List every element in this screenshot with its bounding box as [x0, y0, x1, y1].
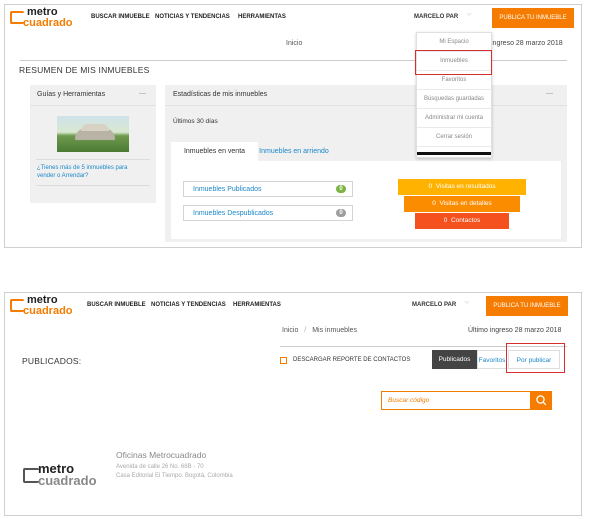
- divider: [30, 105, 156, 106]
- logo-mark-icon: [23, 468, 39, 483]
- user-menu-trigger[interactable]: MARCELO PAR: [414, 14, 458, 20]
- logo-text-cuadrado: cuadrado: [38, 473, 97, 488]
- office-address: Avenida de calle 26 No. 68B - 70: [116, 464, 204, 470]
- metrocuadrado-logo[interactable]: metro cuadrado: [10, 7, 80, 30]
- page-title: RESUMEN DE MIS INMUEBLES: [19, 65, 150, 75]
- breadcrumb: Inicio / Mis inmuebles: [282, 327, 357, 334]
- funnel-value: 0: [443, 217, 448, 224]
- office-title: Oficinas Metrocuadrado: [116, 450, 207, 460]
- tab-inmuebles-arriendo[interactable]: Inmuebles en arriendo: [258, 148, 330, 155]
- published-count-badge: 0: [336, 185, 346, 193]
- funnel-value: 0: [432, 200, 436, 207]
- logo-mark-icon: [10, 299, 24, 312]
- funnel-label: Contactos: [450, 217, 481, 224]
- search-placeholder: Buscar código: [388, 397, 430, 404]
- tab-content: Inmuebles Publicados 0 Inmuebles Despubl…: [171, 161, 561, 239]
- breadcrumb-home[interactable]: Inicio: [286, 40, 302, 47]
- funnel-label: Visitas en detalles: [439, 200, 492, 207]
- last-login-text: Último ingreso 28 marzo 2018: [468, 327, 562, 334]
- unpublished-count-badge: 0: [336, 209, 346, 217]
- published-label: Inmuebles Publicados: [193, 186, 262, 193]
- search-icon: [536, 395, 547, 406]
- breadcrumb-home[interactable]: Inicio: [282, 327, 298, 334]
- chevron-down-icon: [466, 13, 472, 17]
- nav-herramientas[interactable]: HERRAMIENTAS: [233, 302, 281, 308]
- page-title: PUBLICADOS:: [22, 356, 82, 366]
- menu-item-cerrar-sesion[interactable]: Cerrar sesión: [417, 128, 491, 147]
- nav-noticias-tendencias[interactable]: NOTICIAS Y TENDENCIAS: [155, 14, 230, 20]
- top-navbar: metro cuadrado BUSCAR INMUEBLE NOTICIAS …: [5, 293, 581, 320]
- divider: [36, 185, 150, 186]
- funnel-visits-details: 0 Visitas en detalles: [404, 196, 520, 212]
- funnel-visits-results: 0 Visitas en resultados: [398, 179, 526, 195]
- collapse-icon[interactable]: —: [546, 90, 553, 97]
- funnel-label: Visitas en resultados: [435, 183, 496, 190]
- filter-publicados[interactable]: Publicados: [432, 350, 477, 369]
- period-label: Últimos 30 días: [173, 118, 218, 125]
- download-icon: [280, 357, 287, 364]
- funnel-value: 0: [428, 183, 433, 190]
- unpublished-row[interactable]: Inmuebles Despublicados 0: [183, 205, 353, 221]
- building-roof-shape: [81, 124, 109, 131]
- footer-metrocuadrado-logo[interactable]: metro cuadrado: [23, 461, 107, 489]
- metrocuadrado-logo[interactable]: metro cuadrado: [10, 295, 80, 318]
- search-code-input[interactable]: Buscar código: [381, 391, 531, 410]
- menu-item-busquedas-guardadas[interactable]: Búsquedas guardadas: [417, 90, 491, 109]
- nav-buscar-inmueble[interactable]: BUSCAR INMUEBLE: [87, 302, 146, 308]
- funnel-contacts: 0 Contactos: [415, 213, 509, 229]
- highlight-box: [506, 343, 565, 373]
- top-navbar: metro cuadrado BUSCAR INMUEBLE NOTICIAS …: [5, 5, 581, 32]
- stats-panel: Estadísticas de mis inmuebles — Últimos …: [165, 85, 567, 242]
- download-contacts-report-link[interactable]: DESCARGAR REPORTE DE CONTACTOS: [293, 357, 410, 363]
- logo-text-cuadrado: cuadrado: [23, 17, 73, 29]
- menu-bottom-bar: [417, 152, 491, 155]
- nav-buscar-inmueble[interactable]: BUSCAR INMUEBLE: [91, 14, 150, 20]
- nav-herramientas[interactable]: HERRAMIENTAS: [238, 14, 286, 20]
- dashboard-screenshot: metro cuadrado BUSCAR INMUEBLE NOTICIAS …: [4, 4, 582, 248]
- chevron-down-icon: [464, 301, 470, 305]
- unpublished-label: Inmuebles Despublicados: [193, 210, 274, 217]
- breadcrumb-separator: /: [304, 327, 307, 334]
- filter-favoritos[interactable]: Favoritos: [477, 350, 507, 369]
- panel-title: Estadísticas de mis inmuebles: [173, 91, 268, 98]
- office-city: Casa Editorial El Tiempo. Bogotá, Colomb…: [116, 473, 233, 479]
- nav-noticias-tendencias[interactable]: NOTICIAS Y TENDENCIAS: [151, 302, 226, 308]
- published-row[interactable]: Inmuebles Publicados 0: [183, 181, 353, 197]
- logo-mark-icon: [10, 11, 24, 24]
- menu-item-administrar-cuenta[interactable]: Administrar mi cuenta: [417, 109, 491, 128]
- publish-property-button[interactable]: PUBLICA TU INMUEBLE: [492, 8, 574, 28]
- divider: [36, 159, 150, 160]
- collapse-icon[interactable]: —: [139, 90, 146, 97]
- published-screenshot: metro cuadrado BUSCAR INMUEBLE NOTICIAS …: [4, 292, 582, 516]
- guides-panel: Guías y Herramientas — ¿Tienes más de 5 …: [30, 85, 156, 203]
- tab-inmuebles-venta[interactable]: Inmuebles en venta: [171, 148, 258, 155]
- more-properties-link[interactable]: ¿Tienes más de 5 inmuebles para vender o…: [37, 164, 147, 180]
- last-login-text: ingreso 28 marzo 2018: [491, 40, 563, 47]
- search-button[interactable]: [531, 391, 552, 410]
- panel-title: Guías y Herramientas: [37, 91, 106, 98]
- user-menu-trigger[interactable]: MARCELO PAR: [412, 302, 456, 308]
- divider: [165, 105, 567, 106]
- highlight-box: [415, 50, 492, 75]
- publish-property-button[interactable]: PUBLICA TU INMUEBLE: [486, 296, 568, 316]
- building-photo: [57, 116, 129, 152]
- logo-text-cuadrado: cuadrado: [23, 305, 73, 317]
- breadcrumb-current: Mis inmuebles: [312, 327, 357, 334]
